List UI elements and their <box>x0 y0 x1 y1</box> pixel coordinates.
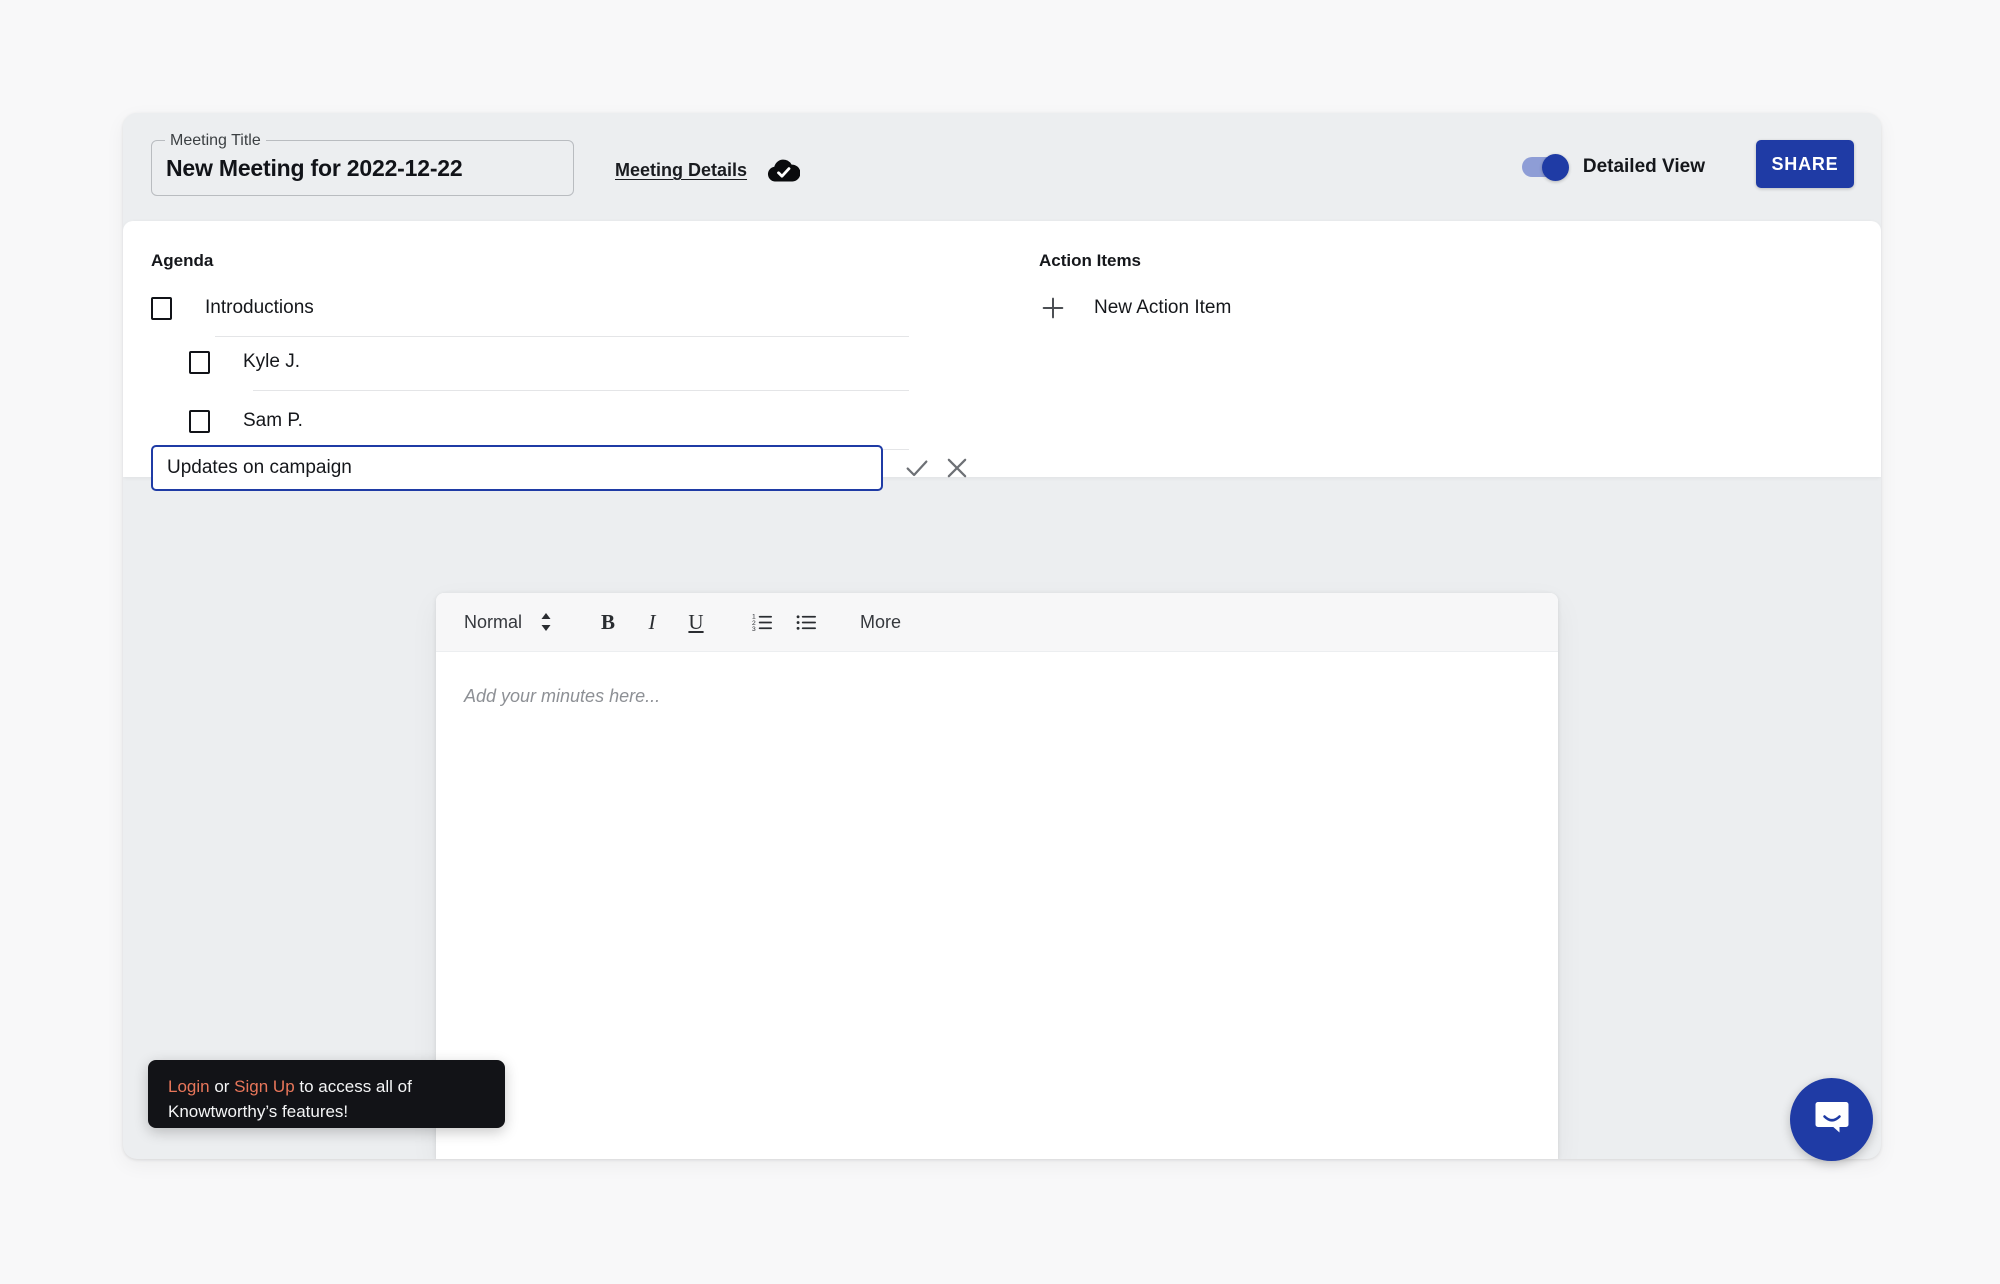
agenda-action-card: Agenda Action Items Introductions Kyle J… <box>123 221 1881 491</box>
meeting-title-label: Meeting Title <box>165 131 266 151</box>
app-page: Meeting Title New Meeting for 2022-12-22… <box>0 0 2000 1284</box>
toggle-thumb <box>1541 154 1569 181</box>
bold-button[interactable]: B <box>588 602 628 642</box>
editor-toolbar: Normal B I U 1 2 3 More <box>436 593 1558 652</box>
check-icon[interactable] <box>903 454 931 482</box>
app-shell: Meeting Title New Meeting for 2022-12-22… <box>123 113 1881 1159</box>
svg-text:3: 3 <box>751 626 755 633</box>
agenda-item-row[interactable]: Introductions <box>151 279 909 337</box>
share-button[interactable]: SHARE <box>1756 140 1854 188</box>
agenda-item-checkbox[interactable] <box>189 350 210 374</box>
agenda-item-label: Sam P. <box>243 410 303 431</box>
toast-message: Login or Sign Up to access all of Knowtw… <box>168 1074 485 1124</box>
chat-launcher-button[interactable] <box>1790 1078 1873 1161</box>
format-select[interactable]: Normal <box>464 612 552 633</box>
detailed-view-group: Detailed View <box>1521 139 1705 195</box>
signup-link[interactable]: Sign Up <box>234 1077 294 1096</box>
format-select-value: Normal <box>464 611 523 632</box>
underline-button[interactable]: U <box>676 602 716 642</box>
toast-or-text: or <box>209 1077 235 1096</box>
italic-button[interactable]: I <box>632 602 672 642</box>
meeting-details-link[interactable]: Meeting Details <box>615 160 747 181</box>
new-action-item-button[interactable]: New Action Item <box>1039 279 1231 337</box>
agenda-item-edit-input[interactable] <box>151 445 883 491</box>
agenda-heading: Agenda <box>151 251 214 270</box>
ordered-list-icon[interactable]: 1 2 3 <box>742 602 782 642</box>
action-items-heading: Action Items <box>1039 251 1142 270</box>
chat-bubble-icon <box>1812 1097 1852 1142</box>
agenda-item-row[interactable]: Kyle J. <box>189 333 909 391</box>
agenda-item-row[interactable]: Sam P. <box>189 392 909 450</box>
agenda-item-checkbox[interactable] <box>189 409 210 433</box>
agenda-item-edit-row <box>151 445 971 491</box>
chevron-updown-icon <box>540 612 552 632</box>
meeting-title-field[interactable]: Meeting Title New Meeting for 2022-12-22 <box>151 131 574 196</box>
minutes-placeholder: Add your minutes here... <box>464 686 661 706</box>
agenda-item-checkbox[interactable] <box>151 296 172 320</box>
meeting-title-value: New Meeting for 2022-12-22 <box>166 155 463 181</box>
plus-icon <box>1039 294 1067 322</box>
detailed-view-label: Detailed View <box>1582 156 1705 177</box>
new-action-item-label: New Action Item <box>1094 297 1232 318</box>
signup-toast: Login or Sign Up to access all of Knowtw… <box>148 1060 505 1128</box>
detailed-view-toggle[interactable] <box>1521 154 1570 181</box>
minutes-editor-body[interactable]: Add your minutes here... <box>436 652 1558 1159</box>
more-button[interactable]: More <box>860 612 901 633</box>
app-header: Meeting Title New Meeting for 2022-12-22… <box>123 113 1881 221</box>
cloud-check-icon[interactable] <box>766 156 801 184</box>
close-icon[interactable] <box>943 454 971 482</box>
agenda-item-label: Kyle J. <box>243 351 301 372</box>
minutes-editor-card: Normal B I U 1 2 3 More Add your minutes… <box>436 593 1558 1159</box>
row-divider <box>253 390 909 391</box>
agenda-item-label: Introductions <box>205 297 314 318</box>
bullet-list-icon[interactable] <box>786 602 826 642</box>
login-link[interactable]: Login <box>168 1077 210 1096</box>
